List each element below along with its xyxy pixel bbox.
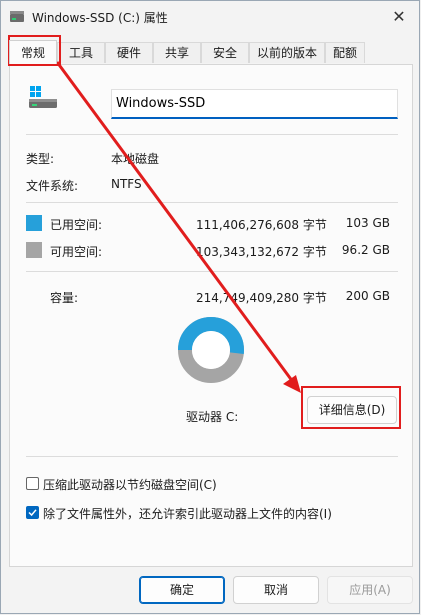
filesystem-label: 文件系统: <box>26 179 79 193</box>
separator <box>26 456 398 457</box>
usage-donut-chart <box>178 317 244 383</box>
cancel-button[interactable]: 取消 <box>233 576 319 604</box>
donut-hole <box>192 331 230 369</box>
compress-label: 压缩此驱动器以节约磁盘空间(C) <box>43 478 217 492</box>
tab-quota[interactable]: 配额 <box>325 42 365 63</box>
tab-sharing[interactable]: 共享 <box>153 42 201 63</box>
drive-letter-label: 驱动器 C: <box>186 410 239 424</box>
close-button[interactable]: ✕ <box>379 1 419 33</box>
used-space-size: 103 GB <box>345 216 390 230</box>
free-space-size: 96.2 GB <box>341 243 390 257</box>
used-space-bytes: 111,406,276,608 字节 <box>196 218 327 232</box>
capacity-bytes: 214,749,409,280 字节 <box>196 291 327 305</box>
free-space-label: 可用空间: <box>50 245 103 259</box>
tab-previous-versions[interactable]: 以前的版本 <box>249 42 325 63</box>
capacity-size: 200 GB <box>345 289 390 303</box>
close-icon: ✕ <box>392 7 406 26</box>
capacity-label: 容量: <box>50 291 79 305</box>
type-value: 本地磁盘 <box>111 152 160 166</box>
checkmark-icon <box>28 509 37 517</box>
separator <box>26 134 398 135</box>
apply-button[interactable]: 应用(A) <box>327 576 413 604</box>
separator <box>26 202 398 203</box>
index-checkbox[interactable] <box>26 506 39 519</box>
separator <box>26 271 398 272</box>
used-space-label: 已用空间: <box>50 218 103 232</box>
ok-button[interactable]: 确定 <box>139 576 225 604</box>
drive-name-input[interactable] <box>111 89 398 119</box>
title-bar: Windows-SSD (C:) 属性 ✕ <box>1 1 419 33</box>
tab-hardware[interactable]: 硬件 <box>105 42 153 63</box>
tab-strip: 常规 工具 硬件 共享 安全 以前的版本 配额 <box>9 40 365 64</box>
window-title: Windows-SSD (C:) 属性 <box>32 11 168 25</box>
drive-icon <box>29 86 57 108</box>
tab-general[interactable]: 常规 <box>9 40 57 64</box>
general-panel: 类型: 本地磁盘 文件系统: NTFS 已用空间: 111,406,276,60… <box>9 64 413 567</box>
tab-tools[interactable]: 工具 <box>57 42 105 63</box>
type-label: 类型: <box>26 152 55 166</box>
tab-security[interactable]: 安全 <box>201 42 249 63</box>
dialog-button-bar: 确定 取消 应用(A) <box>1 567 419 613</box>
details-button[interactable]: 详细信息(D) <box>307 396 397 424</box>
compress-checkbox[interactable] <box>26 477 39 490</box>
filesystem-value: NTFS <box>111 177 142 191</box>
properties-window: Windows-SSD (C:) 属性 ✕ 常规 工具 硬件 共享 安全 以前的… <box>0 0 420 614</box>
used-space-swatch <box>26 215 42 231</box>
free-space-swatch <box>26 242 42 258</box>
free-space-bytes: 103,343,132,672 字节 <box>196 245 327 259</box>
index-label: 除了文件属性外，还允许索引此驱动器上文件的内容(I) <box>43 507 332 521</box>
drive-app-icon <box>10 11 24 22</box>
